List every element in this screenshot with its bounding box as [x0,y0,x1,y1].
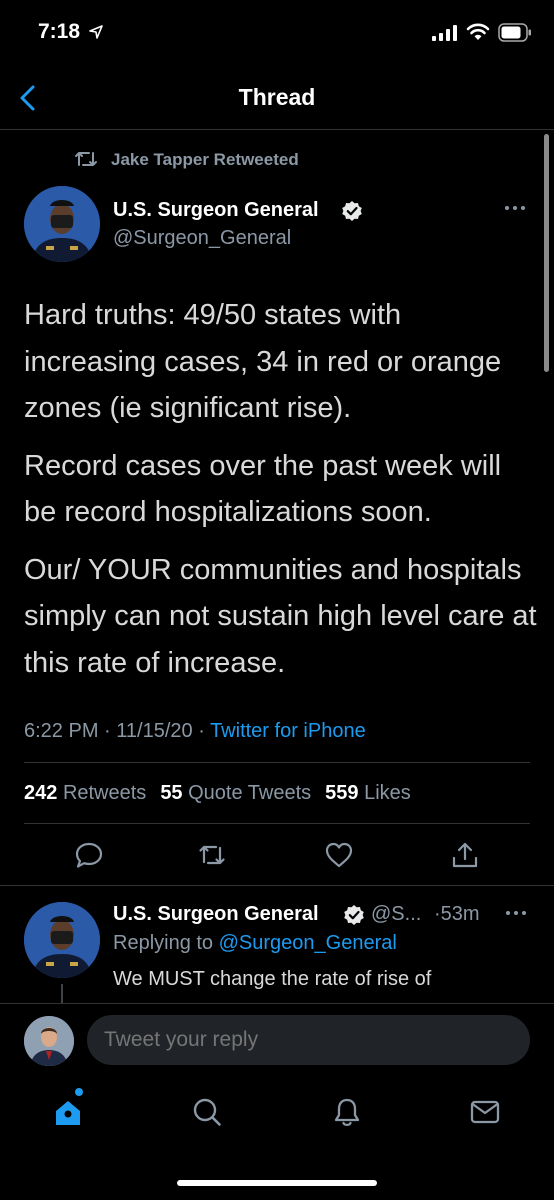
likes-label: Likes [364,782,411,804]
home-indicator[interactable] [177,1180,377,1186]
home-icon[interactable] [52,1096,84,1128]
quotes-label: Quote Tweets [188,782,312,804]
reply-time: ·53m [434,903,480,925]
reply-icon[interactable] [74,840,104,870]
reply-avatar[interactable] [24,902,100,978]
tweet-stats: 242 Retweets 55 Quote Tweets 559 Likes [24,782,411,805]
reply-author-handle[interactable]: @S... [371,903,421,926]
quote-tweets-stat[interactable]: 55 Quote Tweets [160,782,311,804]
author-handle[interactable]: @Surgeon_General [113,227,291,250]
replying-to-handle-link[interactable]: @Surgeon_General [219,932,397,954]
retweets-count: 242 [24,782,58,804]
likes-stat[interactable]: 559 Likes [325,782,411,804]
tweet-time: 6:22 PM [24,720,99,742]
status-time: 7:18 [38,20,81,43]
reply-text[interactable]: We MUST change the rate of rise of [113,968,533,1002]
reply-author-name[interactable]: U.S. Surgeon General [113,903,319,926]
more-options-icon[interactable] [503,203,527,213]
battery-icon [498,23,531,42]
thread-line [61,984,63,1004]
retweet-icon[interactable] [197,840,227,870]
author-name[interactable]: U.S. Surgeon General [113,199,319,222]
replying-label: Replying to [113,932,214,954]
notifications-icon[interactable] [331,1096,363,1128]
tweet-text: Hard truths: 49/50 states with increasin… [24,292,539,697]
status-bar: 7:18 [0,0,554,60]
tweet-paragraph: Our/ YOUR communities and hospitals simp… [24,553,537,679]
page-title: Thread [238,84,316,110]
quotes-count: 55 [160,782,183,804]
divider [24,823,530,824]
tweet-date: 11/15/20 [116,720,193,742]
nav-bar: Thread [0,66,554,130]
retweet-icon [75,152,97,166]
replying-to: Replying to @Surgeon_General [113,932,397,955]
tweet-paragraph: Record cases over the past week will be … [24,449,502,529]
likes-count: 559 [325,782,359,804]
tweet-meta: 6:22 PM · 11/15/20 · Twitter for iPhone [24,720,366,742]
tweet-paragraph: Hard truths: 49/50 states with increasin… [24,299,502,424]
new-content-dot [75,1088,83,1096]
reply-time-value: 53m [440,903,480,925]
reply-input[interactable] [87,1015,530,1065]
cellular-signal-icon [432,25,457,41]
retweeted-by-label[interactable]: Jake Tapper Retweeted [111,150,299,170]
more-options-icon[interactable] [504,908,528,918]
like-heart-icon[interactable] [324,840,354,870]
share-icon[interactable] [450,840,480,870]
my-avatar[interactable] [24,1016,74,1066]
location-arrow-icon [89,25,103,39]
search-icon[interactable] [191,1096,223,1128]
retweets-stat[interactable]: 242 Retweets [24,782,146,804]
wifi-icon [466,23,490,40]
messages-icon[interactable] [469,1096,501,1128]
avatar[interactable] [24,186,100,262]
scrollbar[interactable] [544,134,549,372]
divider [24,762,530,763]
divider [0,885,554,886]
retweets-label: Retweets [62,782,147,804]
verified-badge-icon [342,201,362,221]
verified-badge-icon [344,905,364,925]
tweet-source-link[interactable]: Twitter for iPhone [210,720,366,742]
